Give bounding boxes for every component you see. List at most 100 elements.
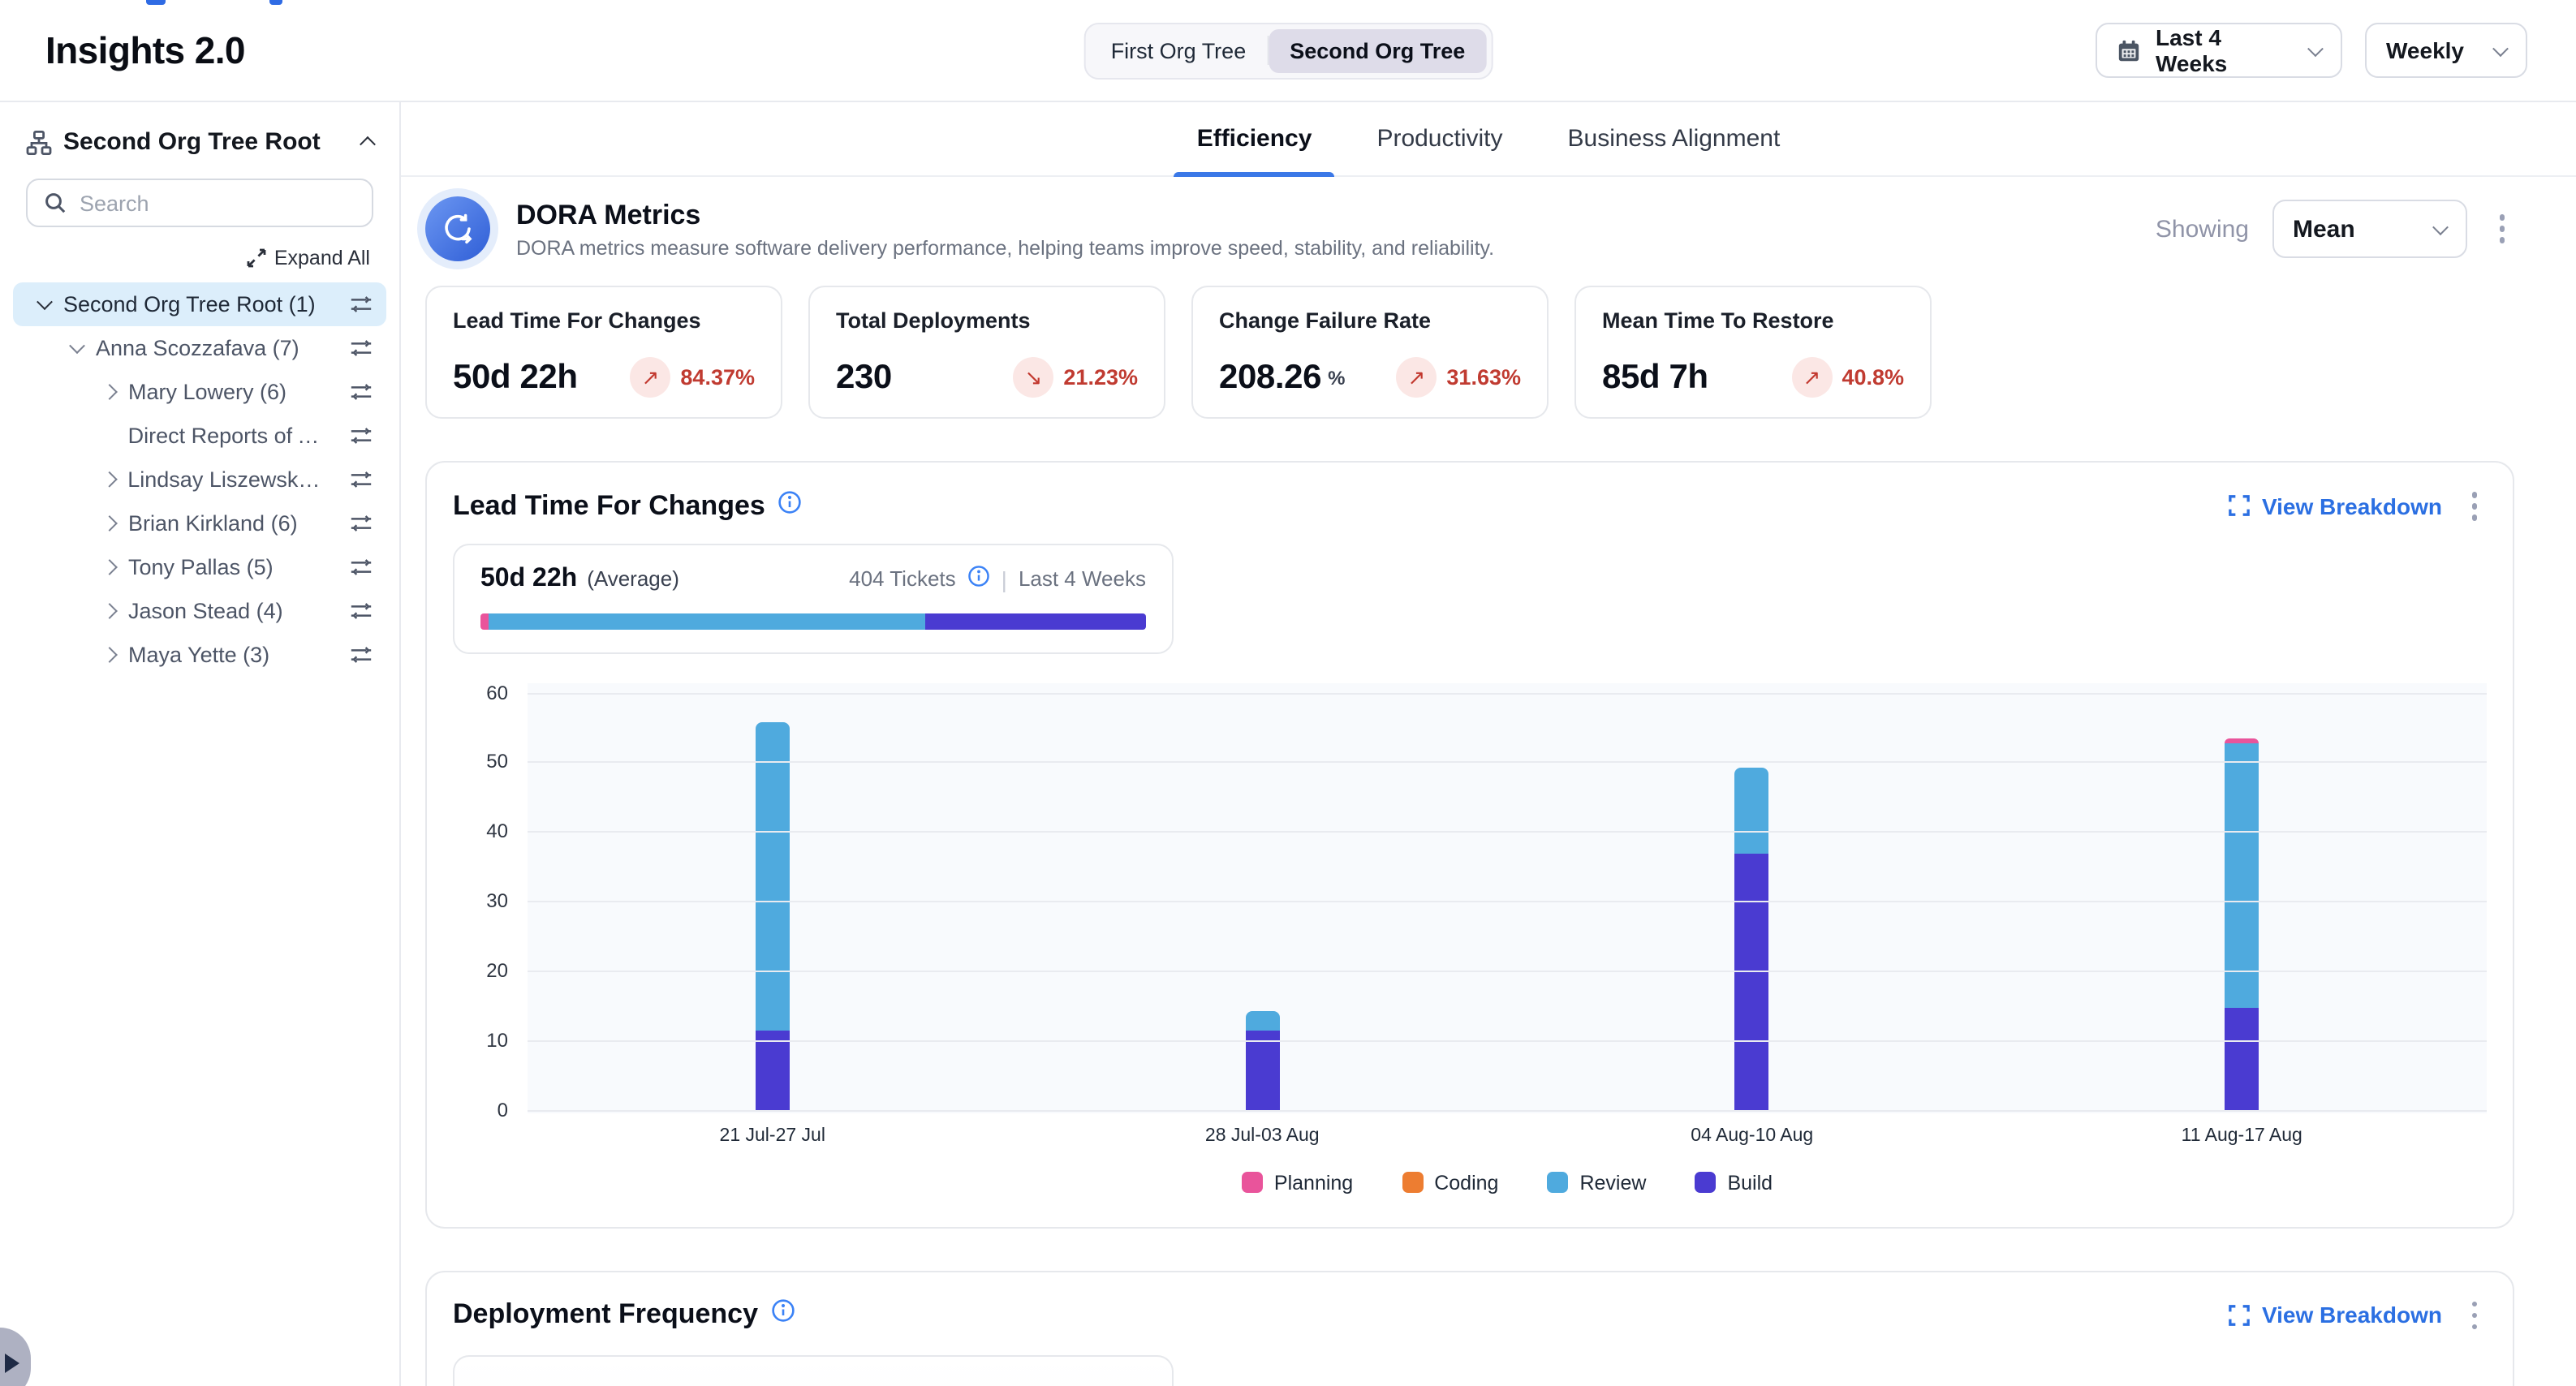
date-range-select[interactable]: Last 4 Weeks <box>2096 23 2342 78</box>
tab-efficiency[interactable]: Efficiency <box>1174 102 1335 175</box>
bar-segment-review <box>2225 744 2259 1009</box>
trend-arrow-icon: ↗ <box>1791 357 1832 398</box>
average-value: 50d 22h <box>480 564 577 593</box>
distribution-segment-planning <box>480 613 489 629</box>
bar-segment-planning <box>2225 738 2259 744</box>
top-bar: Insights 2.0 First Org TreeSecond Org Tr… <box>0 0 2576 101</box>
legend-item: Build <box>1695 1171 1773 1194</box>
bar-segment-build <box>2225 1008 2259 1111</box>
showing-label: Showing <box>2156 215 2249 243</box>
tree-item[interactable]: Tony Pallas (5) <box>13 545 386 589</box>
info-icon[interactable] <box>771 1299 795 1332</box>
legend-item: Review <box>1547 1171 1646 1194</box>
x-axis-label: 21 Jul-27 Jul <box>528 1126 1018 1145</box>
metric-label: Lead Time For Changes <box>453 308 755 333</box>
distribution-segment-build <box>926 613 1146 629</box>
summary-range: Last 4 Weeks <box>1019 566 1146 591</box>
legend-swatch <box>1695 1172 1716 1193</box>
sidebar-search[interactable] <box>26 179 373 227</box>
tree-item[interactable]: Mary Lowery (6) <box>13 370 386 414</box>
deployment-view-breakdown-button[interactable]: View Breakdown <box>2229 1302 2442 1328</box>
aggregation-value: Mean <box>2293 215 2355 243</box>
stacked-bar-28-Jul-03-Aug[interactable] <box>1245 1011 1279 1111</box>
sidebar-drawer-handle[interactable] <box>0 1328 31 1386</box>
tree-chevron-icon[interactable] <box>69 338 85 354</box>
stacked-bar-11-Aug-17-Aug[interactable] <box>2225 738 2259 1111</box>
tree-chevron-icon[interactable] <box>101 515 118 532</box>
expand-all-button[interactable]: Expand All <box>13 227 386 282</box>
expand-icon <box>247 248 266 268</box>
collapse-sidebar-icon[interactable] <box>360 136 376 153</box>
metric-label: Total Deployments <box>836 308 1138 333</box>
tab-productivity[interactable]: Productivity <box>1354 102 1525 175</box>
x-axis-labels: 21 Jul-27 Jul28 Jul-03 Aug04 Aug-10 Aug1… <box>528 1126 2487 1145</box>
filter-sliders-icon[interactable] <box>349 599 373 623</box>
org-tree-toggle-option[interactable]: First Org Tree <box>1090 28 1268 72</box>
dora-kebab-menu[interactable] <box>2489 209 2514 250</box>
filter-sliders-icon[interactable] <box>349 336 373 360</box>
metric-value: 208.26 <box>1219 358 1321 397</box>
lead-time-chart: 0102030405060 21 Jul-27 Jul28 Jul-03 Aug… <box>453 682 2487 1194</box>
info-icon[interactable] <box>967 565 990 592</box>
cutoff-text-mark <box>146 0 166 5</box>
tree-item[interactable]: Second Org Tree Root (1) <box>13 282 386 326</box>
bar-segment-build <box>756 1031 790 1112</box>
delta-percent: 31.63% <box>1446 365 1521 390</box>
chevron-down-icon <box>2492 40 2509 56</box>
metric-delta-badge: ↗ 40.8% <box>1791 357 1904 398</box>
tab-business-alignment[interactable]: Business Alignment <box>1545 102 1803 175</box>
bar-segment-review <box>1245 1011 1279 1031</box>
deployment-frequency-title: Deployment Frequency <box>453 1299 758 1332</box>
filter-sliders-icon[interactable] <box>349 380 373 404</box>
filter-sliders-icon[interactable] <box>349 643 373 667</box>
legend-swatch <box>1242 1172 1263 1193</box>
bar-segment-build <box>1245 1031 1279 1111</box>
trend-arrow-icon: ↘ <box>1013 357 1053 398</box>
metric-card: Lead Time For Changes 50d 22h ↗ 84.37% <box>425 286 782 419</box>
tree-item[interactable]: Direct Reports of A... <box>13 414 386 458</box>
page-title: Insights 2.0 <box>45 28 245 72</box>
deployment-kebab-menu[interactable] <box>2462 1294 2487 1336</box>
tree-chevron-icon[interactable] <box>101 603 118 619</box>
content-scroll-area: DORA Metrics DORA metrics measure softwa… <box>401 177 2576 1386</box>
x-axis-label: 11 Aug-17 Aug <box>1997 1126 2488 1145</box>
chevron-down-icon <box>2432 218 2448 235</box>
tree-item[interactable]: Maya Yette (3) <box>13 633 386 677</box>
granularity-value: Weekly <box>2386 37 2464 63</box>
trend-arrow-icon: ↗ <box>1396 357 1437 398</box>
filter-sliders-icon[interactable] <box>349 467 373 492</box>
tree-chevron-icon[interactable] <box>37 294 53 310</box>
filter-sliders-icon[interactable] <box>349 555 373 579</box>
lead-time-summary: 50d 22h (Average) 404 Tickets | Last 4 W… <box>453 543 1174 653</box>
expand-corners-icon <box>2229 496 2251 517</box>
aggregation-select[interactable]: Mean <box>2272 200 2466 258</box>
search-icon <box>44 192 67 214</box>
average-label: (Average) <box>587 566 679 591</box>
tree-item[interactable]: Brian Kirkland (6) <box>13 501 386 545</box>
tree-item[interactable]: Lindsay Liszewski (8) <box>13 458 386 501</box>
filter-sliders-icon[interactable] <box>349 424 373 448</box>
granularity-select[interactable]: Weekly <box>2365 23 2527 78</box>
lead-time-view-breakdown-button[interactable]: View Breakdown <box>2229 493 2442 519</box>
org-tree-toggle-option[interactable]: Second Org Tree <box>1269 28 1486 72</box>
tree-chevron-icon[interactable] <box>101 559 118 575</box>
tree-chevron-icon[interactable] <box>101 647 118 663</box>
tree-chevron-icon[interactable] <box>101 384 118 400</box>
deployment-summary-partial <box>453 1355 1174 1386</box>
expand-corners-icon <box>2229 1305 2251 1326</box>
tree-chevron-icon[interactable] <box>101 471 117 487</box>
lead-time-card: Lead Time For Changes View Breakdown <box>425 461 2514 1228</box>
tree-item[interactable]: Jason Stead (4) <box>13 589 386 633</box>
stacked-bar-04-Aug-10-Aug[interactable] <box>1735 767 1769 1111</box>
info-icon[interactable] <box>778 490 803 523</box>
filter-sliders-icon[interactable] <box>349 511 373 536</box>
bar-segment-build <box>1735 854 1769 1111</box>
search-input[interactable] <box>80 191 355 215</box>
chart-legend: Planning Coding Review Build <box>528 1171 2487 1194</box>
trend-arrow-icon: ↗ <box>630 357 670 398</box>
filter-sliders-icon[interactable] <box>349 292 373 316</box>
tree-item[interactable]: Anna Scozzafava (7) <box>13 326 386 370</box>
legend-swatch <box>1547 1172 1568 1193</box>
stacked-bar-21-Jul-27-Jul[interactable] <box>756 721 790 1111</box>
lead-time-kebab-menu[interactable] <box>2462 485 2487 527</box>
